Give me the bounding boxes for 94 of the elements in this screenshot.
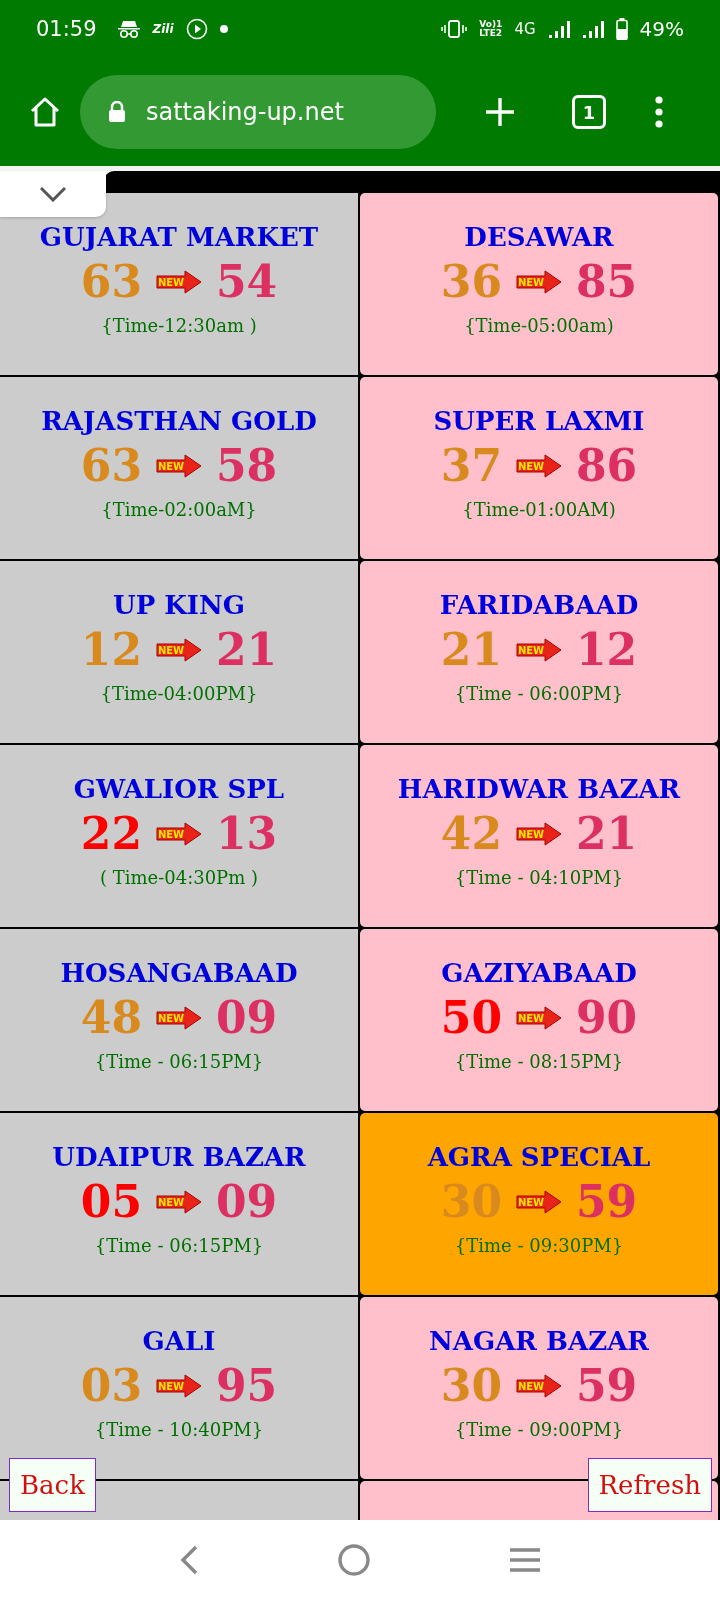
new-arrow-icon: NEW (516, 1006, 562, 1030)
old-number: 36 (440, 255, 502, 309)
market-name: GWALIOR SPL (73, 773, 285, 806)
battery-level: 49% (639, 17, 684, 41)
new-number: 21 (216, 623, 278, 677)
new-arrow-icon: NEW (156, 1190, 202, 1214)
new-arrow-icon: NEW (516, 822, 562, 846)
time-label: {Time-01:00AM) (462, 499, 616, 520)
old-number: 37 (440, 439, 502, 493)
time-label: {Time - 06:00PM} (454, 683, 624, 704)
network-type: 4G (514, 20, 536, 38)
new-arrow-icon: NEW (156, 822, 202, 846)
new-arrow-icon: NEW (156, 1006, 202, 1030)
market-name: AGRA SPECIAL (427, 1141, 651, 1174)
time-label: {Time - 08:15PM} (454, 1051, 624, 1072)
more-icon[interactable] (654, 95, 664, 129)
time-label: {Time-02:00aM} (101, 499, 257, 520)
refresh-button[interactable]: Refresh (587, 1458, 712, 1512)
home-icon[interactable] (28, 95, 62, 129)
time-label: {Time - 10:40PM} (94, 1419, 264, 1440)
time-label: {Time - 06:15PM} (94, 1235, 264, 1256)
clock: 01:59 (36, 17, 97, 41)
old-number: 63 (80, 439, 142, 493)
market-name: SUPER LAXMI (433, 405, 645, 438)
battery-icon (615, 18, 628, 40)
time-label: {Time-12:30am ) (101, 315, 257, 336)
new-number: 90 (576, 991, 638, 1045)
new-arrow-icon: NEW (516, 270, 562, 294)
lock-icon (108, 101, 126, 123)
time-label: {Time - 09:00PM} (454, 1419, 624, 1440)
old-number: 12 (80, 623, 142, 677)
tab-switcher[interactable]: 1 (572, 95, 606, 129)
new-number: 13 (216, 807, 278, 861)
url-text: sattaking-up.net (146, 98, 344, 126)
new-number: 86 (576, 439, 638, 493)
plus-icon[interactable] (484, 96, 516, 128)
new-number: 09 (216, 1175, 278, 1229)
market-name: GALI (142, 1325, 216, 1358)
market-name: NAGAR BAZAR (429, 1325, 649, 1358)
new-number: 09 (216, 991, 278, 1045)
time-label: {Time-05:00am) (464, 315, 614, 336)
market-name: HARIDWAR BAZAR (397, 773, 681, 806)
new-arrow-icon: NEW (516, 1374, 562, 1398)
time-label: {Time - 09:30PM} (454, 1235, 624, 1256)
old-number: 22 (80, 807, 142, 861)
new-arrow-icon: NEW (516, 638, 562, 662)
dot-icon (219, 25, 228, 33)
new-number: 95 (216, 1359, 278, 1413)
new-arrow-icon: NEW (156, 1374, 202, 1398)
new-arrow-icon: NEW (156, 270, 202, 294)
new-number: 59 (576, 1175, 638, 1229)
time-label: ( Time-04:30Pm ) (99, 867, 259, 888)
app-label: Zili (152, 22, 174, 36)
market-name: FARIDABAAD (439, 589, 639, 622)
old-number: 42 (440, 807, 502, 861)
old-number: 63 (80, 255, 142, 309)
market-name: DESAWAR (464, 221, 614, 254)
signal-icon (581, 20, 604, 38)
new-number: 85 (576, 255, 638, 309)
new-arrow-icon: NEW (156, 638, 202, 662)
collapse-tab[interactable] (0, 171, 106, 217)
market-name: RAJASTHAN GOLD (41, 405, 317, 438)
volte-indicator: Vo)1 LTE2 (479, 20, 503, 38)
new-arrow-icon: NEW (516, 1190, 562, 1214)
address-bar[interactable]: sattaking-up.net (80, 75, 436, 149)
time-label: {Time - 06:15PM} (94, 1051, 264, 1072)
chevron-down-icon (39, 186, 67, 202)
new-number: 21 (576, 807, 638, 861)
old-number: 50 (440, 991, 502, 1045)
market-name: GUJARAT MARKET (39, 221, 319, 254)
old-number: 05 (80, 1175, 142, 1229)
back-button[interactable]: Back (9, 1458, 96, 1512)
market-name: UDAIPUR BAZAR (52, 1141, 306, 1174)
old-number: 21 (440, 623, 502, 677)
old-number: 03 (80, 1359, 142, 1413)
incognito-icon (116, 19, 141, 39)
play-icon (185, 18, 208, 40)
market-name: GAZIYABAAD (441, 957, 637, 990)
market-name: HOSANGABAAD (60, 957, 298, 990)
new-arrow-icon: NEW (516, 454, 562, 478)
new-arrow-icon: NEW (156, 454, 202, 478)
signal-icon (547, 20, 570, 38)
old-number: 48 (80, 991, 142, 1045)
time-label: {Time - 04:10PM} (454, 867, 624, 888)
new-number: 59 (576, 1359, 638, 1413)
market-name: UP KING (113, 589, 245, 622)
new-number: 54 (216, 255, 278, 309)
recents-nav-icon[interactable] (507, 1547, 542, 1573)
new-number: 12 (576, 623, 638, 677)
time-label: {Time-04:00PM} (100, 683, 258, 704)
vibrate-icon (441, 19, 468, 39)
old-number: 30 (440, 1359, 502, 1413)
new-number: 58 (216, 439, 278, 493)
home-nav-icon[interactable] (337, 1543, 371, 1577)
